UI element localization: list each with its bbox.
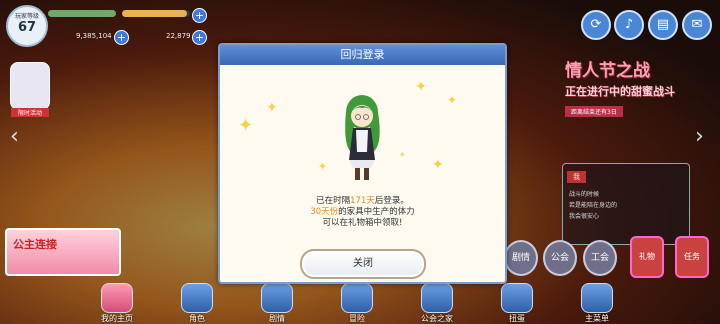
- player-rank: 玩家等级 67: [6, 5, 48, 47]
- rank-label: 玩家等级: [14, 13, 39, 20]
- player-status: 玩家等级 67 + 9,385,104 + 22,879 +: [6, 5, 207, 47]
- nav-character[interactable]: 角色: [170, 283, 224, 324]
- currency-value-1: 9,385,104: [76, 32, 112, 40]
- event-title: 情人节之战: [565, 61, 650, 81]
- nav-label: 角色: [189, 314, 205, 323]
- mail-icon[interactable]: ✉: [682, 10, 712, 40]
- gacha-icon: [501, 283, 533, 313]
- event-note: 距离结束还有3日: [565, 106, 623, 117]
- nav-label: 扭蛋: [509, 314, 525, 323]
- nav-quest[interactable]: 冒险: [330, 283, 384, 324]
- msg-days: 171天: [350, 196, 375, 206]
- book-icon[interactable]: ▤: [648, 10, 678, 40]
- gift-button[interactable]: 礼物: [630, 236, 664, 278]
- sparkle-icon: ✦: [432, 157, 444, 173]
- nav-home[interactable]: 我的主页: [90, 283, 144, 324]
- bottom-nav: 我的主页 角色 剧情 冒险 公会之家 扭蛋 主菜单: [90, 283, 710, 324]
- character-illustration: [345, 95, 380, 180]
- sparkle-icon: ✦: [318, 160, 328, 173]
- add-currency-button[interactable]: +: [114, 30, 129, 45]
- sparkle-icon: ✦: [398, 150, 407, 161]
- event-subtitle: 正在进行中的甜蜜战斗: [565, 85, 675, 98]
- return-login-dialog: 回归登录 ✦ ✦ ✦ ✦ ✦ ✦ ✦ 已在时隔171天后登录。 30天份的家具中…: [218, 43, 507, 284]
- story-button[interactable]: 剧情: [504, 240, 538, 276]
- dialog-message: 已在时隔171天后登录。 30天份的家具中生产的体力 可以在礼物箱中领取!: [220, 196, 505, 229]
- avatar-tag: 限时活动: [11, 108, 49, 117]
- chat-line: 若是能陪在身边的: [569, 202, 618, 209]
- home-icon: [101, 283, 133, 313]
- nav-label: 剧情: [269, 314, 285, 323]
- refresh-icon[interactable]: ⟳: [581, 10, 611, 40]
- rank-value: 67: [17, 20, 37, 35]
- sword-icon: [341, 283, 373, 313]
- nav-label: 主菜单: [585, 314, 609, 323]
- msg-highlight: 30天份: [310, 207, 339, 217]
- guild-button[interactable]: 公会: [543, 240, 577, 276]
- add-stamina-button[interactable]: +: [192, 8, 207, 23]
- stamina-bar: [48, 10, 116, 17]
- sparkle-icon: ✦: [415, 79, 427, 95]
- sparkle-icon: ✦: [238, 115, 254, 136]
- sparkle-icon: ✦: [447, 93, 458, 107]
- msg-line3: 可以在礼物箱中领取!: [322, 218, 403, 228]
- msg-suffix: 后登录。: [374, 196, 409, 206]
- exp-bar: [122, 10, 190, 17]
- nav-label: 冒险: [349, 314, 365, 323]
- add-gem-button[interactable]: +: [192, 30, 207, 45]
- nav-label: 公会之家: [421, 314, 453, 323]
- nav-gacha[interactable]: 扭蛋: [490, 283, 544, 324]
- union-button[interactable]: 工会: [583, 240, 617, 276]
- dialog-title: 回归登录: [220, 45, 505, 65]
- msg-rest: 的家具中生产的体力: [338, 207, 415, 217]
- event-banner[interactable]: 情人节之战 正在进行中的甜蜜战斗 距离结束还有3日: [565, 56, 700, 136]
- left-event-banner[interactable]: 公主连接: [5, 228, 121, 276]
- mission-button[interactable]: 任务: [675, 236, 709, 278]
- left-banner-label: 公主连接: [13, 238, 57, 251]
- nav-story[interactable]: 剧情: [250, 283, 304, 324]
- nav-guild-house[interactable]: 公会之家: [410, 283, 464, 324]
- menu-icon: [581, 283, 613, 313]
- msg-prefix: 已在时隔: [316, 196, 351, 206]
- character-icon: [181, 283, 213, 313]
- house-icon: [421, 283, 453, 313]
- nav-label: 我的主页: [101, 314, 133, 323]
- chat-line: 战斗的时候: [569, 191, 600, 198]
- chat-bubble: 我 战斗的时候 若是能陪在身边的 我会很安心: [562, 163, 690, 245]
- bell-icon[interactable]: ♪: [614, 10, 644, 40]
- story-icon: [261, 283, 293, 313]
- nav-menu[interactable]: 主菜单: [570, 283, 624, 324]
- currency-value-2: 22,879: [166, 32, 191, 40]
- chat-name: 我: [567, 171, 586, 183]
- chat-line: 我会很安心: [569, 213, 600, 220]
- chevron-left-icon[interactable]: ‹: [10, 124, 19, 149]
- left-avatar[interactable]: 限时活动: [10, 62, 50, 117]
- sparkle-icon: ✦: [266, 100, 278, 116]
- close-button[interactable]: 关闭: [300, 249, 426, 279]
